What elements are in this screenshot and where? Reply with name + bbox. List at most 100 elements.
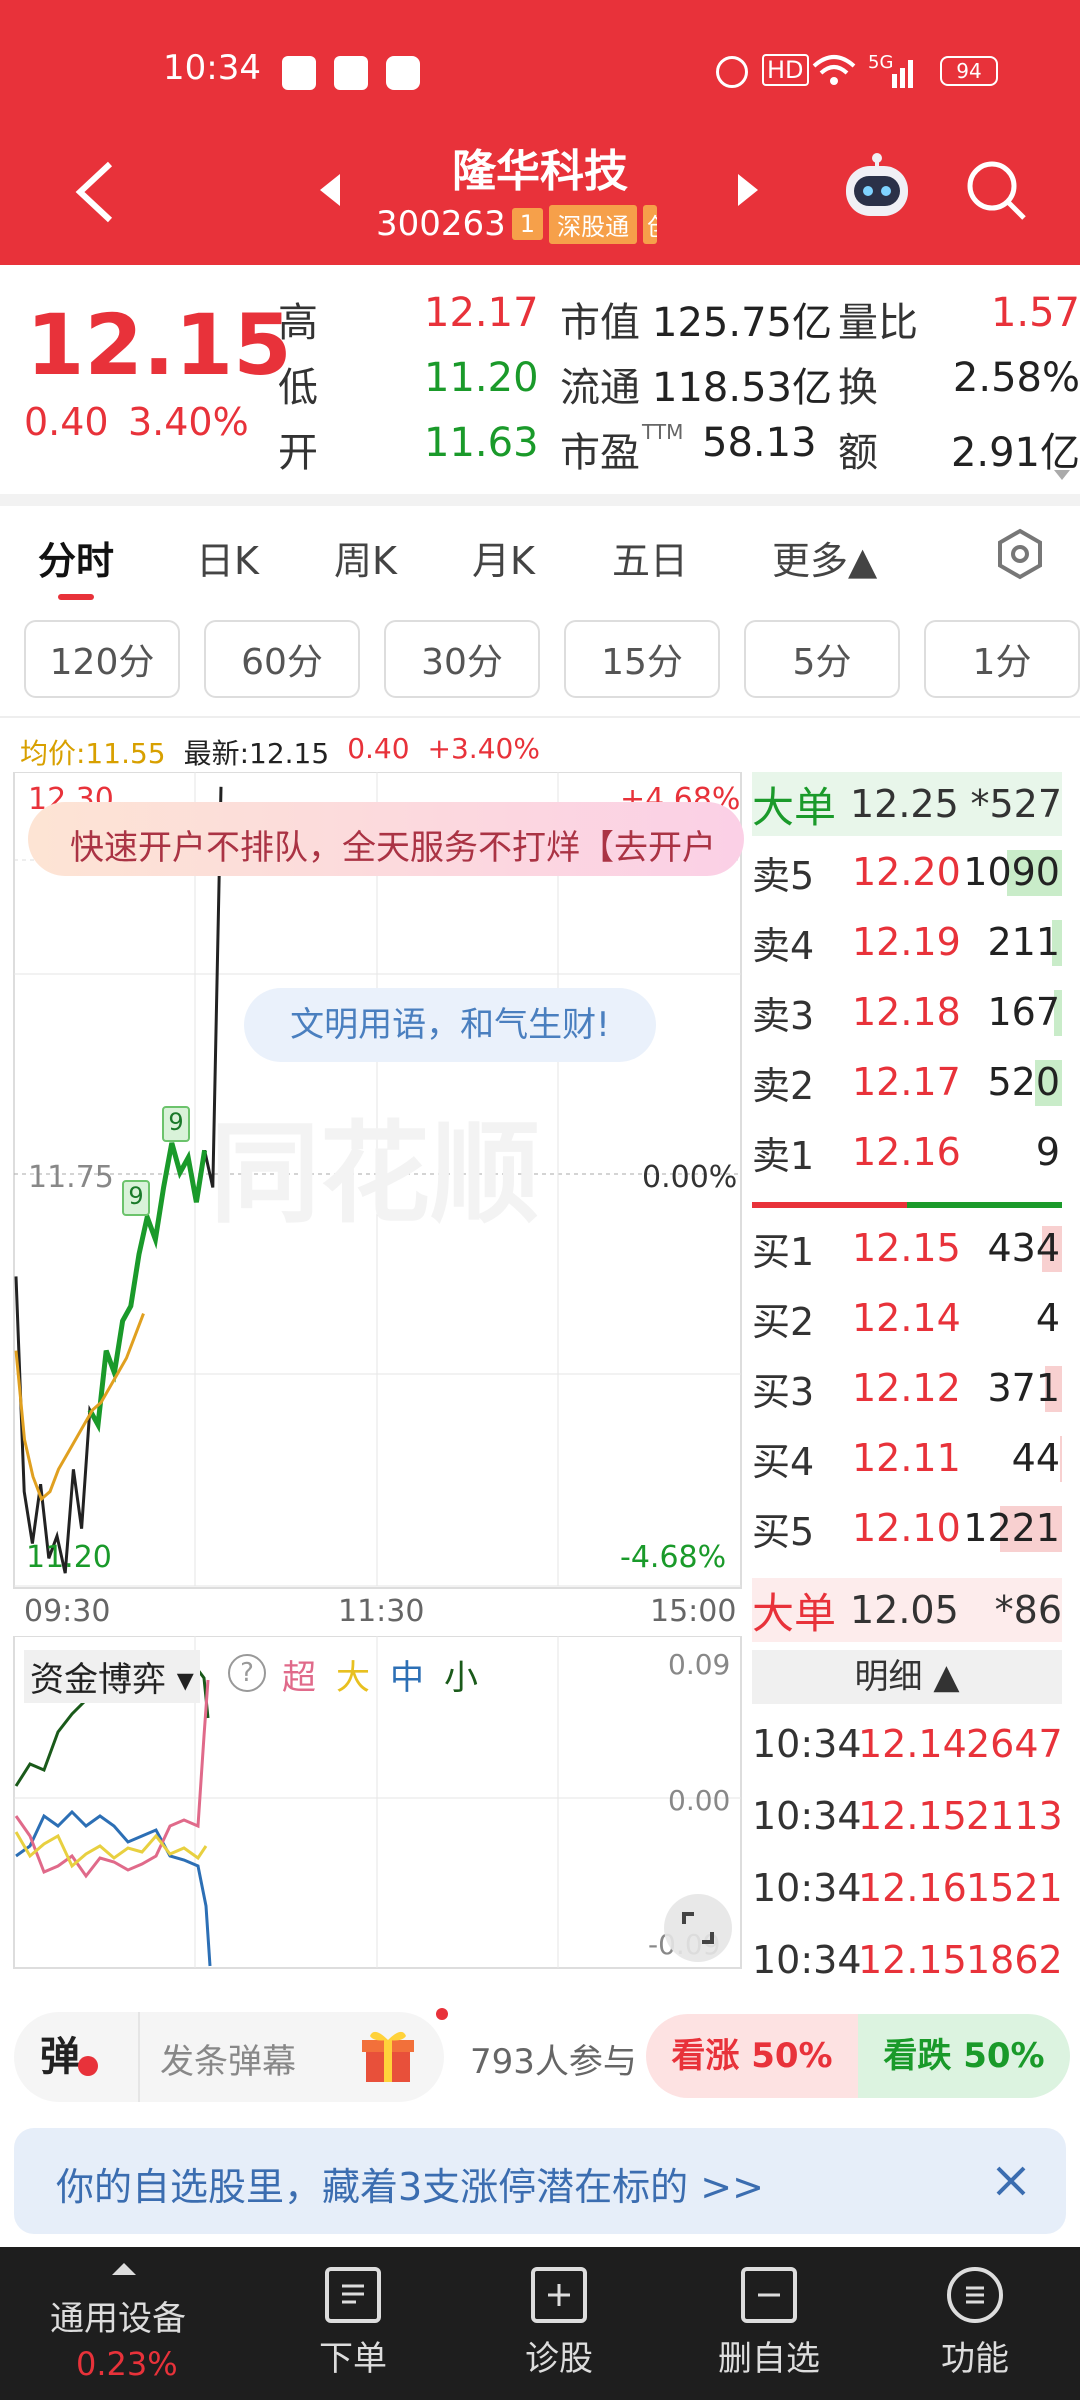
turnover-value: 2.58% xyxy=(952,355,1080,401)
expand-caret-icon[interactable] xyxy=(1052,468,1072,482)
nav-functions[interactable]: 功能 xyxy=(900,2247,1050,2400)
ask-volume: 520 xyxy=(987,1060,1060,1104)
order-icon xyxy=(325,2267,381,2323)
tick-time: 10:34 xyxy=(752,1866,862,1910)
ask-row[interactable]: 卖3 12.18 167 xyxy=(752,982,1062,1042)
nav-remove-watchlist[interactable]: 删自选 xyxy=(694,2247,844,2400)
amount-label: 额 xyxy=(838,430,878,476)
bid-level-label: 买1 xyxy=(752,1229,815,1274)
stock-code: 300263 xyxy=(376,204,506,244)
tab-more[interactable]: 更多▲ xyxy=(772,530,877,585)
period-5min[interactable]: 5分 xyxy=(744,620,900,698)
bid-row[interactable]: 买1 12.15 434 xyxy=(752,1218,1062,1278)
bid-row[interactable]: 买2 12.14 4 xyxy=(752,1288,1062,1348)
time-mid: 11:30 xyxy=(338,1594,425,1629)
nav-order-label: 下单 xyxy=(319,2339,387,2379)
fullscreen-icon[interactable] xyxy=(664,1894,732,1962)
chart-info-bar: 均价:11.55 最新:12.15 0.40 +3.40% xyxy=(20,732,540,772)
big-sell-label: 大单 xyxy=(752,782,837,832)
ask-price: 12.20 xyxy=(852,850,961,894)
open-account-ad-banner[interactable]: 快速开户不排队，全天服务不打烊【去开户 xyxy=(28,802,744,876)
alarm-icon xyxy=(716,56,748,88)
ask-level-label: 卖4 xyxy=(752,923,815,968)
y-bottom-pct: -4.68% xyxy=(620,1540,727,1575)
back-icon[interactable] xyxy=(72,160,116,224)
bid-volume: 44 xyxy=(1011,1436,1060,1480)
latest-pct: +3.40% xyxy=(427,732,540,765)
big-buy-volume: *86 xyxy=(994,1588,1062,1632)
turnover-label: 换 xyxy=(838,365,878,411)
danmu-input[interactable]: 发条弹幕 xyxy=(160,2034,296,2083)
chat-bubble: 文明用语，和气生财! xyxy=(244,988,656,1062)
divider xyxy=(0,716,1080,718)
period-15min[interactable]: 15分 xyxy=(564,620,720,698)
period-30min[interactable]: 30分 xyxy=(384,620,540,698)
help-icon[interactable]: ? xyxy=(228,1654,266,1692)
bid-row[interactable]: 买5 12.10 1221 xyxy=(752,1498,1062,1558)
price-change: 0.40 xyxy=(24,400,109,444)
search-icon[interactable] xyxy=(964,158,1030,224)
pe-label: 市盈 xyxy=(560,430,640,476)
ask-row[interactable]: 卖4 12.19 211 xyxy=(752,912,1062,972)
gift-icon[interactable] xyxy=(360,2026,416,2086)
close-icon[interactable] xyxy=(994,2164,1028,2198)
promo-text[interactable]: 你的自选股里，藏着3支涨停潜在标的 >> xyxy=(56,2156,764,2211)
nav-order[interactable]: 下单 xyxy=(278,2247,428,2400)
tab-five-day[interactable]: 五日 xyxy=(612,530,688,585)
prev-stock-icon[interactable] xyxy=(318,172,342,208)
tick-time: 10:34 xyxy=(752,1722,862,1766)
stock-code-row: 300263 1 深股通 创 xyxy=(376,204,658,244)
period-60min[interactable]: 60分 xyxy=(204,620,360,698)
header: 10:34 HD 5G 94 隆华科技 300263 1 深股通 创 xyxy=(0,0,1080,265)
hd-icon: HD xyxy=(762,54,809,86)
ask-row[interactable]: 卖1 12.16 9 xyxy=(752,1122,1062,1182)
big-sell-volume: *527 xyxy=(970,782,1062,826)
message-notification-icon xyxy=(386,56,420,90)
settings-icon[interactable] xyxy=(994,528,1046,580)
trade-tick-row: 10:34 12.15 1862 xyxy=(752,1938,1062,1974)
ask-row[interactable]: 卖2 12.17 520 xyxy=(752,1052,1062,1112)
bid-row[interactable]: 买4 12.11 44 xyxy=(752,1428,1062,1488)
bottom-nav: 通用设备 0.23% 下单 诊股 删自选 功能 xyxy=(0,2247,1080,2400)
big-buy-price: 12.05 xyxy=(850,1588,959,1632)
shenzhen-connect-badge: 深股通 xyxy=(549,204,638,244)
signal-icon xyxy=(892,60,913,88)
nav-diagnose[interactable]: 诊股 xyxy=(484,2247,634,2400)
latest-change: 0.40 xyxy=(347,732,410,765)
wifi-icon xyxy=(812,55,856,85)
chart-notification-icon xyxy=(334,56,368,90)
high-label: 高 xyxy=(278,300,318,346)
ask-row[interactable]: 卖5 12.20 1090 xyxy=(752,842,1062,902)
high-value: 12.17 xyxy=(424,290,539,336)
device-sector-name[interactable]: 通用设备 xyxy=(50,2291,186,2340)
expand-up-icon[interactable] xyxy=(110,2261,138,2277)
ask-volume: 211 xyxy=(987,920,1060,964)
robot-assistant-icon[interactable] xyxy=(840,150,914,224)
participants-count: 793人参与 xyxy=(470,2042,637,2082)
tick-price: 12.15 xyxy=(858,1938,967,1974)
period-120min[interactable]: 120分 xyxy=(24,620,180,698)
tab-weekly-k[interactable]: 周K xyxy=(334,530,397,585)
ask-volume: 1090 xyxy=(963,850,1060,894)
bid-price: 12.12 xyxy=(852,1366,961,1410)
bid-level-label: 买5 xyxy=(752,1509,815,1554)
level-badge: 1 xyxy=(511,208,544,240)
fund-y-top: 0.09 xyxy=(668,1648,731,1681)
volume-ratio-value: 1.57 xyxy=(990,290,1080,336)
big-sell-price: 12.25 xyxy=(850,782,959,826)
tab-daily-k[interactable]: 日K xyxy=(196,530,259,585)
danmu-icon[interactable]: 弹 xyxy=(40,2024,80,2082)
trade-tick-row: 10:34 12.14 2647 xyxy=(752,1722,1062,1782)
bid-level-label: 买4 xyxy=(752,1439,815,1484)
next-stock-icon[interactable] xyxy=(736,172,760,208)
tick-time: 10:34 xyxy=(752,1938,862,1974)
bid-row[interactable]: 买3 12.12 371 xyxy=(752,1358,1062,1418)
detail-toggle[interactable]: 明细 ▲ xyxy=(752,1650,1062,1704)
trade-tick-row: 10:34 12.15 2113 xyxy=(752,1794,1062,1854)
period-1min[interactable]: 1分 xyxy=(924,620,1080,698)
bullish-button[interactable]: 看涨 50% xyxy=(646,2014,858,2098)
bearish-button[interactable]: 看跌 50% xyxy=(858,2014,1070,2098)
tab-monthly-k[interactable]: 月K xyxy=(472,530,535,585)
fund-game-dropdown[interactable]: 资金博弈 ▾ xyxy=(24,1650,200,1703)
tab-intraday[interactable]: 分时 xyxy=(38,530,114,585)
